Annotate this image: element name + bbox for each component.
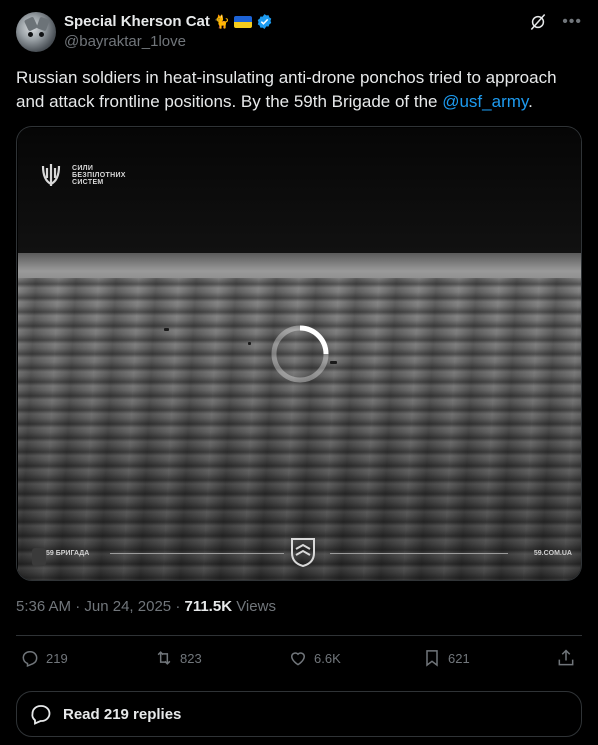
logo-line: СИЛИ <box>72 164 94 172</box>
author-display-name[interactable]: Special Kherson Cat <box>64 13 210 30</box>
video-frame: СИЛИ БЕЗПІЛОТНИХ СИСТЕМ 59 БРИГАДА 59.CO… <box>18 128 581 580</box>
avatar-eye <box>39 32 44 37</box>
reply-icon <box>22 651 38 668</box>
reply-count: 219 <box>46 650 68 666</box>
bookmark-button[interactable]: 621 <box>422 648 470 668</box>
cat-emoji: 🐈 <box>213 14 231 29</box>
brigade-label: 59 БРИГАДА <box>46 550 90 557</box>
speech-bubble-icon <box>31 705 51 725</box>
bookmark-count: 621 <box>448 650 470 666</box>
logo-text: СИЛИ БЕЗПІЛОТНИХ СИСТЕМ <box>72 165 126 186</box>
brigade-shield-icon <box>291 538 315 567</box>
retweet-count: 823 <box>180 650 202 666</box>
author-avatar[interactable] <box>16 12 56 52</box>
loading-spinner-icon <box>271 325 329 383</box>
tweet-time[interactable]: 5:36 AM <box>16 598 71 615</box>
logo-line: СИСТЕМ <box>72 178 104 186</box>
author-name-row: Special Kherson Cat 🐈 <box>64 13 273 30</box>
read-replies-label: Read 219 replies <box>63 705 182 723</box>
video-sky <box>18 128 581 263</box>
author-handle[interactable]: @bayraktar_1love <box>64 33 186 50</box>
logo-line: БЕЗПІЛОТНИХ <box>72 171 126 179</box>
tweet-meta: 5:36 AM · Jun 24, 2025 · 711.5K Views <box>16 598 276 615</box>
like-button[interactable]: 6.6K <box>288 648 341 668</box>
more-icon[interactable]: ••• <box>562 13 582 31</box>
grok-icon[interactable] <box>528 12 548 32</box>
thermal-target <box>164 328 169 331</box>
thermal-target <box>330 361 337 364</box>
usf-logo: СИЛИ БЕЗПІЛОТНИХ СИСТЕМ <box>38 162 126 188</box>
like-count: 6.6K <box>314 650 341 666</box>
avatar-ear <box>36 16 50 32</box>
tweet-text: Russian soldiers in heat-insulating anti… <box>16 66 582 114</box>
meta-separator: · <box>175 598 181 615</box>
meta-separator: · <box>75 598 81 615</box>
video-watermark-bar: 59 БРИГАДА 59.COM.UA <box>32 538 572 567</box>
thermal-target <box>248 342 251 345</box>
header-actions: ••• <box>528 12 582 32</box>
read-replies-button[interactable]: Read 219 replies <box>16 691 582 737</box>
bookmark-icon <box>426 650 438 667</box>
divider <box>16 635 582 636</box>
brigade-badge-icon <box>32 548 46 566</box>
video-player[interactable]: СИЛИ БЕЗПІЛОТНИХ СИСТЕМ 59 БРИГАДА 59.CO… <box>16 126 582 581</box>
share-button[interactable] <box>556 648 576 668</box>
site-label: 59.COM.UA <box>533 550 572 557</box>
reply-button[interactable]: 219 <box>20 648 68 668</box>
views-count[interactable]: 711.5K <box>184 598 232 615</box>
watermark-line <box>110 553 284 554</box>
avatar-ear <box>23 16 39 32</box>
tweet-end: . <box>528 92 533 111</box>
action-bar: 219 823 6.6K 621 <box>16 648 582 674</box>
tweet-header: Special Kherson Cat 🐈 @bayraktar_1love •… <box>16 12 582 54</box>
retweet-button[interactable]: 823 <box>154 648 202 668</box>
share-icon <box>558 649 574 666</box>
heart-icon <box>290 652 306 666</box>
trident-logo-icon <box>41 164 61 186</box>
tweet-date[interactable]: Jun 24, 2025 <box>84 598 171 615</box>
watermark-line <box>330 553 508 554</box>
ukraine-flag-icon <box>234 15 253 28</box>
verified-badge-icon[interactable] <box>256 13 273 30</box>
retweet-icon <box>157 651 171 665</box>
mention-link[interactable]: @usf_army <box>442 92 528 111</box>
views-label: Views <box>236 598 276 615</box>
avatar-eye <box>28 32 33 37</box>
